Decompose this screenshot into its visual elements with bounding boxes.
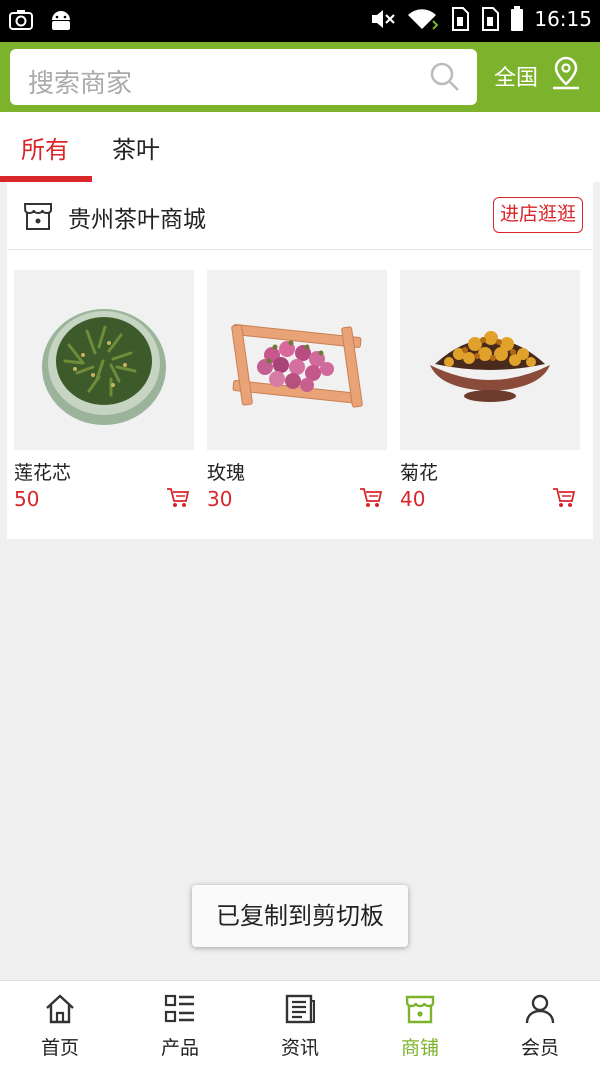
lotus-tea-image	[42, 309, 166, 425]
android-icon	[52, 11, 70, 30]
nav-news[interactable]: 资讯	[240, 981, 360, 1067]
clock-time: 16:15	[534, 7, 592, 31]
search-input[interactable]: 搜索商家	[10, 49, 477, 105]
sim1-icon	[452, 7, 470, 31]
region-selector[interactable]: 全国	[494, 60, 538, 92]
mute-icon	[372, 10, 396, 28]
product-name: 玫瑰	[207, 462, 246, 484]
tab-tea[interactable]: 茶叶	[112, 130, 160, 165]
screenshot-icon	[9, 10, 33, 30]
product-card[interactable]: 菊花 40	[400, 270, 580, 511]
product-name: 菊花	[400, 462, 439, 484]
toast-message: 已复制到剪切板	[192, 885, 408, 947]
store-icon	[23, 203, 52, 230]
shop-nav-icon	[405, 995, 435, 1024]
user-icon	[525, 994, 555, 1024]
cart-icon[interactable]	[359, 487, 383, 509]
status-bar: 16:15	[0, 0, 600, 42]
nav-member[interactable]: 会员	[480, 981, 600, 1067]
news-icon	[285, 994, 315, 1024]
home-icon	[46, 994, 74, 1024]
nav-label: 产品	[160, 1037, 199, 1059]
visit-shop-button[interactable]: 进店逛逛	[492, 197, 583, 233]
product-image[interactable]	[14, 270, 194, 450]
nav-label: 首页	[40, 1037, 79, 1059]
shop-header: 贵州茶叶商城 进店逛逛	[7, 182, 593, 250]
nav-label: 资讯	[280, 1037, 319, 1059]
search-icon[interactable]	[429, 61, 461, 93]
product-image[interactable]	[400, 270, 580, 450]
nav-products[interactable]: 产品	[120, 981, 240, 1067]
shop-name[interactable]: 贵州茶叶商城	[68, 200, 206, 234]
shop-card: 贵州茶叶商城 进店逛逛 莲花芯 50 玫瑰 30 菊花 40	[7, 182, 593, 539]
battery-icon	[511, 6, 524, 31]
wifi-icon	[408, 9, 439, 30]
product-card[interactable]: 玫瑰 30	[207, 270, 387, 511]
product-card[interactable]: 莲花芯 50	[14, 270, 194, 511]
category-tabs: 所有 茶叶	[0, 112, 600, 182]
nav-home[interactable]: 首页	[0, 981, 120, 1067]
search-placeholder: 搜索商家	[28, 69, 133, 99]
nav-label: 会员	[520, 1037, 559, 1059]
product-image[interactable]	[207, 270, 387, 450]
rose-tea-image	[231, 324, 363, 408]
cart-icon[interactable]	[552, 487, 576, 509]
sim2-icon	[482, 7, 500, 31]
location-icon[interactable]	[550, 56, 582, 90]
list-icon	[164, 994, 194, 1023]
tab-all[interactable]: 所有	[21, 130, 69, 165]
cart-icon[interactable]	[166, 487, 190, 509]
chrysanthemum-tea-image	[430, 331, 550, 402]
top-bar: 搜索商家 全国	[0, 42, 600, 112]
product-name: 莲花芯	[14, 462, 72, 484]
nav-label: 商铺	[400, 1037, 439, 1059]
bottom-nav: 首页 产品 资讯 商铺 会员	[0, 980, 600, 1067]
nav-shops[interactable]: 商铺	[360, 981, 480, 1067]
